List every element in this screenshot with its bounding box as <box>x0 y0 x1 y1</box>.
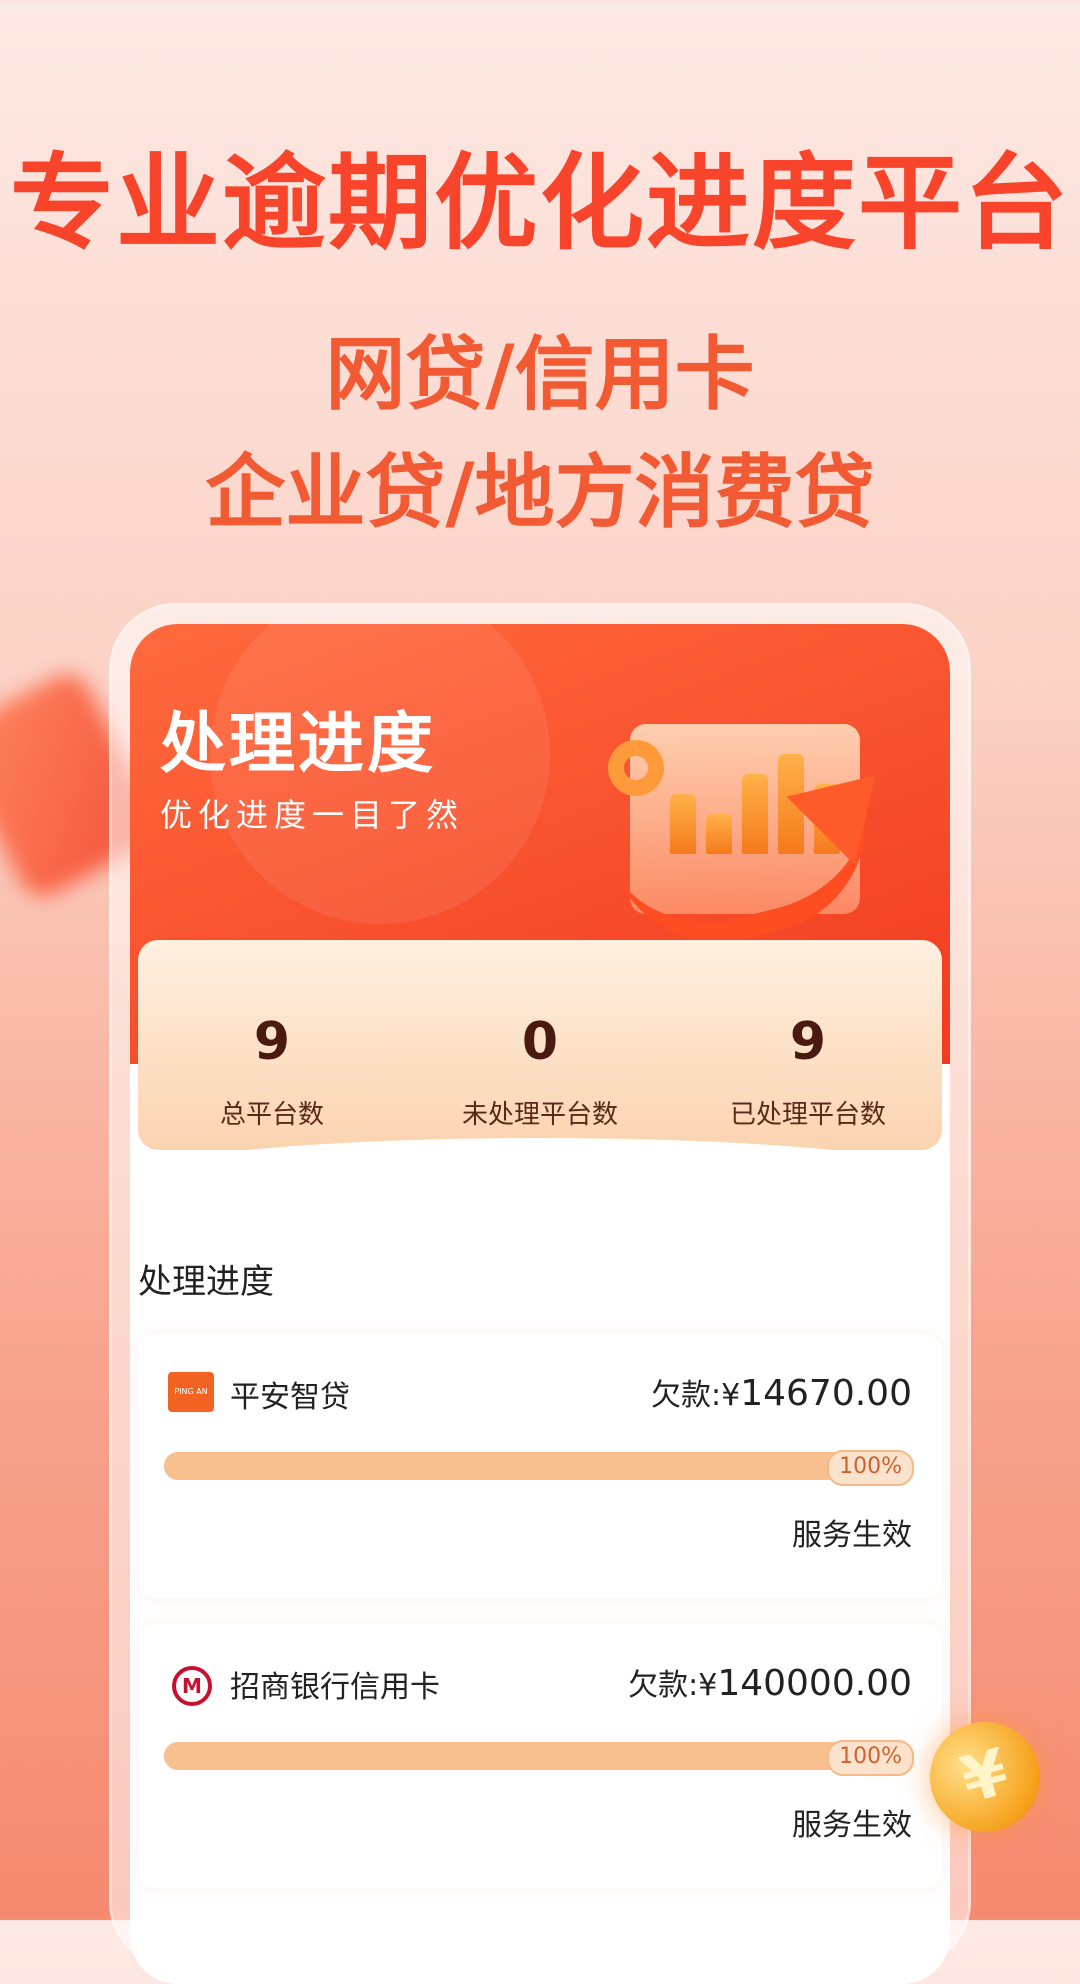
cmb-logo-icon: M <box>172 1666 212 1706</box>
debt-amount: 欠款:¥140000.00 <box>628 1660 912 1704</box>
debt-amount: 欠款:¥14670.00 <box>651 1370 912 1414</box>
amount-value: 14670.00 <box>740 1373 912 1414</box>
platform-name: 招商银行信用卡 <box>230 1670 440 1705</box>
chart-illustration-icon <box>600 704 940 966</box>
currency-symbol: ¥ <box>721 1378 741 1413</box>
section-title: 处理进度 <box>138 1262 274 1302</box>
stat-value: 9 <box>253 1012 291 1072</box>
progress-fill <box>164 1452 914 1480</box>
stat-label: 未处理平台数 <box>461 1100 618 1130</box>
progress-bar: 100% <box>164 1740 914 1776</box>
currency-symbol: ¥ <box>698 1668 718 1703</box>
hero-subtitle-line1: 网贷/信用卡 <box>325 328 755 421</box>
phone-screen: 处理进度 优化进度一目了然 9 总平台数 0 未处理平台数 9 已处理平台数 处… <box>130 624 950 1984</box>
stat-unprocessed: 0 未处理平台数 <box>406 940 674 1131</box>
progress-percent: 100% <box>827 1740 914 1776</box>
list-item[interactable]: PING AN 平安智贷 欠款:¥14670.00 100% 服务生效 <box>138 1334 942 1598</box>
stat-value: 9 <box>789 1012 827 1072</box>
amount-value: 140000.00 <box>717 1663 912 1704</box>
progress-bar: 100% <box>164 1450 914 1486</box>
stats-card: 9 总平台数 0 未处理平台数 9 已处理平台数 <box>138 940 942 1150</box>
hero-subtitle-line2: 企业贷/地方消费贷 <box>205 446 875 539</box>
progress-percent: 100% <box>827 1450 914 1486</box>
stat-total: 9 总平台数 <box>138 940 406 1131</box>
hero-title: 专业逾期优化进度平台 <box>9 142 1070 264</box>
phone-frame: 处理进度 优化进度一目了然 9 总平台数 0 未处理平台数 9 已处理平台数 处… <box>112 606 968 1984</box>
pingan-logo-icon: PING AN <box>168 1372 214 1412</box>
stat-value: 0 <box>521 1012 559 1072</box>
progress-fill <box>164 1742 914 1770</box>
screen-title: 处理进度 <box>160 705 436 782</box>
status-text: 服务生效 <box>792 1518 912 1553</box>
list-item[interactable]: M 招商银行信用卡 欠款:¥140000.00 100% 服务生效 <box>138 1624 942 1888</box>
stat-processed: 9 已处理平台数 <box>674 940 942 1131</box>
status-text: 服务生效 <box>792 1808 912 1843</box>
stat-label: 已处理平台数 <box>729 1100 886 1130</box>
stat-label: 总平台数 <box>219 1100 324 1130</box>
debt-label: 欠款: <box>628 1668 699 1703</box>
platform-name: 平安智贷 <box>230 1380 350 1415</box>
screen-subtitle: 优化进度一目了然 <box>160 796 465 834</box>
illustration-ring <box>608 740 664 796</box>
debt-label: 欠款: <box>651 1378 722 1413</box>
